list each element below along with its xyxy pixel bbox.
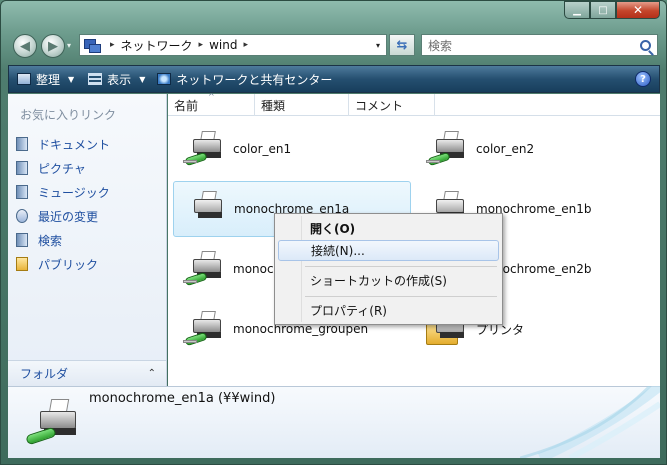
- sidebar-item-search[interactable]: 検索: [16, 228, 110, 252]
- view-button[interactable]: 表示 ▼: [88, 71, 145, 88]
- sidebar-item-label: 最近の変更: [38, 209, 99, 224]
- network-center-label: ネットワークと共有センター: [176, 72, 333, 87]
- recent-icon: [16, 209, 28, 223]
- organize-label: 整理: [36, 72, 61, 87]
- sidebar-item-label: ドキュメント: [38, 137, 111, 152]
- column-header-name[interactable]: 名前 ^: [168, 92, 255, 116]
- printer-item-color-en1[interactable]: color_en1: [173, 121, 411, 177]
- sidebar-item-pictures[interactable]: ピクチャ: [16, 156, 110, 180]
- column-header-label: 種類: [261, 98, 286, 113]
- sort-ascending-icon: ^: [208, 92, 215, 101]
- sidebar-item-recent[interactable]: 最近の変更: [16, 204, 110, 228]
- network-printer-icon: [181, 249, 227, 289]
- documents-icon: [16, 137, 28, 151]
- menu-separator: [305, 266, 497, 267]
- column-header-type[interactable]: 種類: [255, 94, 349, 116]
- maximize-button[interactable]: □: [590, 1, 616, 19]
- refresh-button[interactable]: ⇆: [389, 34, 415, 56]
- search-input[interactable]: 検索: [421, 34, 658, 56]
- column-header-label: コメント: [355, 98, 404, 113]
- sidebar-item-label: ピクチャ: [38, 161, 86, 176]
- explorer-window: ▁ □ ✕ ◀ ▶ ▾ ▸ ネットワーク ▸ wind ▸ ▾ ⇆ 検索 整理 …: [0, 0, 667, 465]
- minimize-button[interactable]: ▁: [564, 1, 590, 19]
- item-label: color_en1: [233, 142, 292, 156]
- chevron-up-icon: ⌃: [147, 368, 156, 379]
- organize-button[interactable]: 整理 ▼: [17, 71, 74, 88]
- back-button[interactable]: ◀: [13, 34, 37, 58]
- menu-item-properties[interactable]: プロパティ(R): [278, 300, 499, 321]
- network-icon: [84, 39, 101, 53]
- close-button[interactable]: ✕: [616, 1, 660, 19]
- help-icon[interactable]: ?: [635, 71, 651, 87]
- favorite-links-list: ドキュメント ピクチャ ミュージック 最近の変更 検索 パブリック: [16, 132, 110, 276]
- network-printer-icon: [181, 309, 227, 349]
- chevron-down-icon: ▼: [68, 74, 75, 84]
- chevron-down-icon: ▼: [139, 74, 146, 84]
- search-folder-icon: [16, 233, 28, 247]
- public-folder-icon: [16, 257, 28, 271]
- decorative-swoosh: [520, 386, 660, 458]
- menu-separator: [305, 296, 497, 297]
- favorite-links-title: お気に入りリンク: [20, 108, 117, 122]
- sidebar-item-music[interactable]: ミュージック: [16, 180, 110, 204]
- network-printer-icon: [181, 129, 227, 169]
- printer-item-color-en2[interactable]: color_en2: [416, 121, 654, 177]
- sidebar-item-label: パブリック: [38, 257, 99, 272]
- pictures-icon: [16, 161, 28, 175]
- menu-item-connect[interactable]: 接続(N)...: [278, 240, 499, 261]
- search-placeholder: 検索: [428, 38, 453, 53]
- network-center-icon: [157, 73, 172, 85]
- music-icon: [16, 185, 28, 199]
- folders-label: フォルダ: [20, 367, 69, 381]
- command-bar: 整理 ▼ 表示 ▼ ネットワークと共有センター ?: [8, 65, 660, 93]
- sidebar-item-public[interactable]: パブリック: [16, 252, 110, 276]
- breadcrumb-separator[interactable]: ▸: [110, 40, 115, 50]
- menu-item-create-shortcut[interactable]: ショートカットの作成(S): [278, 270, 499, 291]
- recent-pages-dropdown[interactable]: ▾: [67, 41, 71, 50]
- forward-button[interactable]: ▶: [41, 34, 65, 58]
- sidebar-item-label: 検索: [38, 233, 63, 248]
- column-header-label: 名前: [174, 98, 199, 113]
- address-dropdown-icon[interactable]: ▾: [376, 41, 380, 50]
- network-printer-icon: [424, 129, 470, 169]
- item-label: color_en2: [476, 142, 535, 156]
- selected-printer-icon: [22, 397, 82, 447]
- navigation-pane: お気に入りリンク ドキュメント ピクチャ ミュージック 最近の変更 検索 パブリ…: [8, 94, 167, 386]
- column-header-comment[interactable]: コメント: [349, 94, 435, 116]
- details-pane: monochrome_en1a (¥¥wind): [8, 386, 660, 458]
- context-menu: 開く(O) 接続(N)... ショートカットの作成(S) プロパティ(R): [274, 213, 503, 325]
- column-header-row: 名前 ^ 種類 コメント: [168, 92, 660, 116]
- views-icon: [88, 73, 103, 85]
- caption-buttons: ▁ □ ✕: [564, 1, 660, 19]
- network-center-button[interactable]: ネットワークと共有センター: [157, 71, 332, 88]
- network-printer-icon: [182, 189, 228, 229]
- view-label: 表示: [107, 72, 132, 87]
- breadcrumb-separator[interactable]: ▸: [243, 40, 248, 50]
- address-bar[interactable]: ▸ ネットワーク ▸ wind ▸ ▾: [79, 34, 387, 56]
- sidebar-item-documents[interactable]: ドキュメント: [16, 132, 110, 156]
- folders-toggle[interactable]: フォルダ ⌃: [8, 360, 166, 386]
- breadcrumb-wind[interactable]: wind: [209, 38, 237, 52]
- organize-icon: [17, 73, 31, 85]
- breadcrumb-network[interactable]: ネットワーク: [121, 37, 193, 54]
- sidebar-item-label: ミュージック: [38, 185, 110, 200]
- menu-item-open[interactable]: 開く(O): [278, 218, 499, 239]
- search-icon[interactable]: [640, 39, 651, 51]
- selected-item-name: monochrome_en1a (¥¥wind): [89, 391, 276, 406]
- breadcrumb-separator[interactable]: ▸: [199, 40, 204, 50]
